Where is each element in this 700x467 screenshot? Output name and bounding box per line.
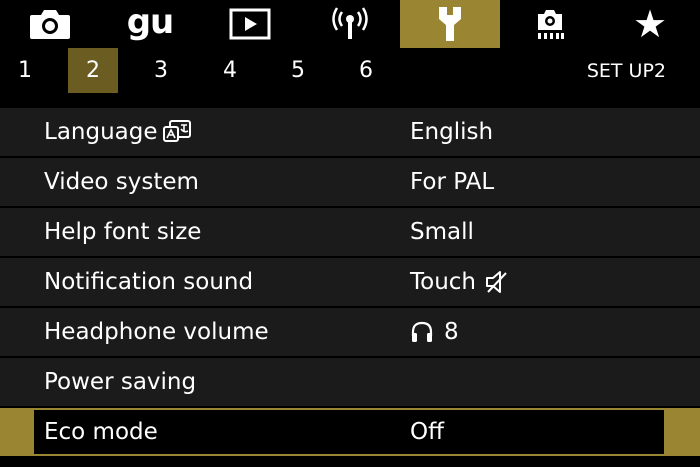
language-icon	[162, 119, 192, 145]
page-5[interactable]: 5	[273, 48, 323, 93]
tab-my-menu[interactable]: ★	[600, 0, 700, 48]
menu-item-video-system[interactable]: Video system For PAL	[0, 158, 700, 206]
settings-menu: Language English Video system For PAL He…	[0, 108, 700, 458]
headphone-icon	[410, 320, 434, 344]
tab-custom-functions[interactable]	[500, 0, 600, 48]
tab-af[interactable]: gu	[100, 0, 200, 48]
menu-item-help-font-size[interactable]: Help font size Small	[0, 208, 700, 256]
page-3[interactable]: 3	[136, 48, 186, 93]
menu-item-value: 8	[444, 319, 459, 345]
menu-item-label: Power saving	[44, 369, 197, 395]
menu-item-value: For PAL	[410, 169, 495, 195]
tab-playback[interactable]	[200, 0, 300, 48]
tab-shooting[interactable]	[0, 0, 100, 48]
my-menu-star-icon: ★	[632, 2, 668, 46]
page-1[interactable]: 1	[0, 48, 50, 93]
menu-item-headphone-volume[interactable]: Headphone volume 8	[0, 308, 700, 356]
menu-item-value: Touch	[410, 269, 477, 295]
menu-item-label: Language	[44, 119, 158, 145]
camera-icon	[30, 10, 70, 39]
tab-setup[interactable]	[400, 0, 500, 48]
wrench-icon	[439, 7, 461, 41]
page-2[interactable]: 2	[68, 48, 118, 93]
speaker-muted-icon	[484, 270, 510, 294]
menu-tab-bar: gu ★	[0, 0, 700, 48]
page-6[interactable]: 6	[341, 48, 391, 93]
menu-item-value: Small	[410, 219, 474, 245]
menu-item-eco-mode[interactable]: Eco mode Off	[0, 408, 700, 456]
menu-item-notification-sound[interactable]: Notification sound Touch	[0, 258, 700, 306]
menu-item-label: Video system	[44, 169, 199, 195]
gu-icon: gu	[126, 2, 175, 42]
menu-item-power-saving[interactable]: Power saving	[0, 358, 700, 406]
menu-item-value: Off	[410, 419, 444, 445]
custom-function-icon	[538, 10, 564, 39]
menu-item-label: Notification sound	[44, 269, 254, 295]
menu-item-language[interactable]: Language English	[0, 108, 700, 156]
menu-item-label: Help font size	[44, 219, 202, 245]
page-number-row: 1 2 3 4 5 6 SET UP2	[0, 48, 700, 93]
section-label: SET UP2	[586, 59, 666, 82]
menu-item-label: Eco mode	[44, 419, 158, 445]
playback-icon	[229, 8, 271, 40]
menu-item-label: Headphone volume	[44, 319, 269, 345]
wireless-icon	[332, 7, 368, 39]
menu-item-value: English	[410, 119, 494, 145]
tab-wireless[interactable]	[300, 0, 400, 48]
page-4[interactable]: 4	[205, 48, 255, 93]
